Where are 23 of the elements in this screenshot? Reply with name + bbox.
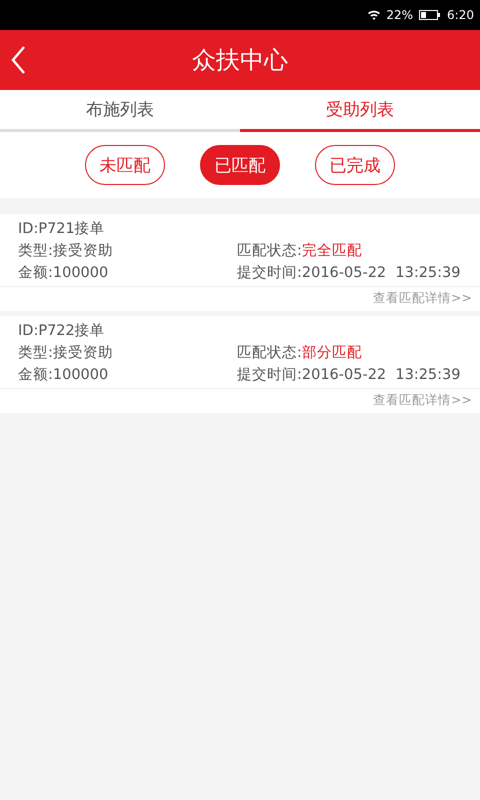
filter-button[interactable]: 已匹配: [200, 145, 280, 185]
back-icon[interactable]: [10, 45, 26, 75]
status-value: 部分匹配: [302, 345, 362, 361]
submit-time: 提交时间:2016-05-22 13:25:39: [237, 366, 462, 385]
wifi-icon: [368, 10, 380, 20]
details-link[interactable]: 查看匹配详情>>: [373, 290, 472, 307]
order-type: 类型:接受资助: [18, 242, 114, 261]
filter-button[interactable]: 已完成: [315, 145, 395, 185]
battery-percentage: 22%: [386, 8, 414, 22]
status-label: 匹配状态:: [237, 243, 302, 259]
battery-icon: [419, 10, 442, 20]
clock-time: 6:20: [447, 8, 474, 22]
filter-button[interactable]: 未匹配: [85, 145, 165, 185]
order-id: ID:P721接单: [18, 220, 106, 239]
order-amount: 金额:100000: [18, 264, 110, 283]
status-label: 匹配状态:: [237, 345, 302, 361]
order-type: 类型:接受资助: [18, 344, 114, 363]
details-link[interactable]: 查看匹配详情>>: [373, 392, 472, 409]
order-amount: 金额:100000: [18, 366, 110, 385]
page-title: 众扶中心: [192, 45, 288, 76]
order-id: ID:P722接单: [18, 322, 106, 341]
submit-time: 提交时间:2016-05-22 13:25:39: [237, 264, 462, 283]
status-value: 完全匹配: [302, 243, 362, 259]
